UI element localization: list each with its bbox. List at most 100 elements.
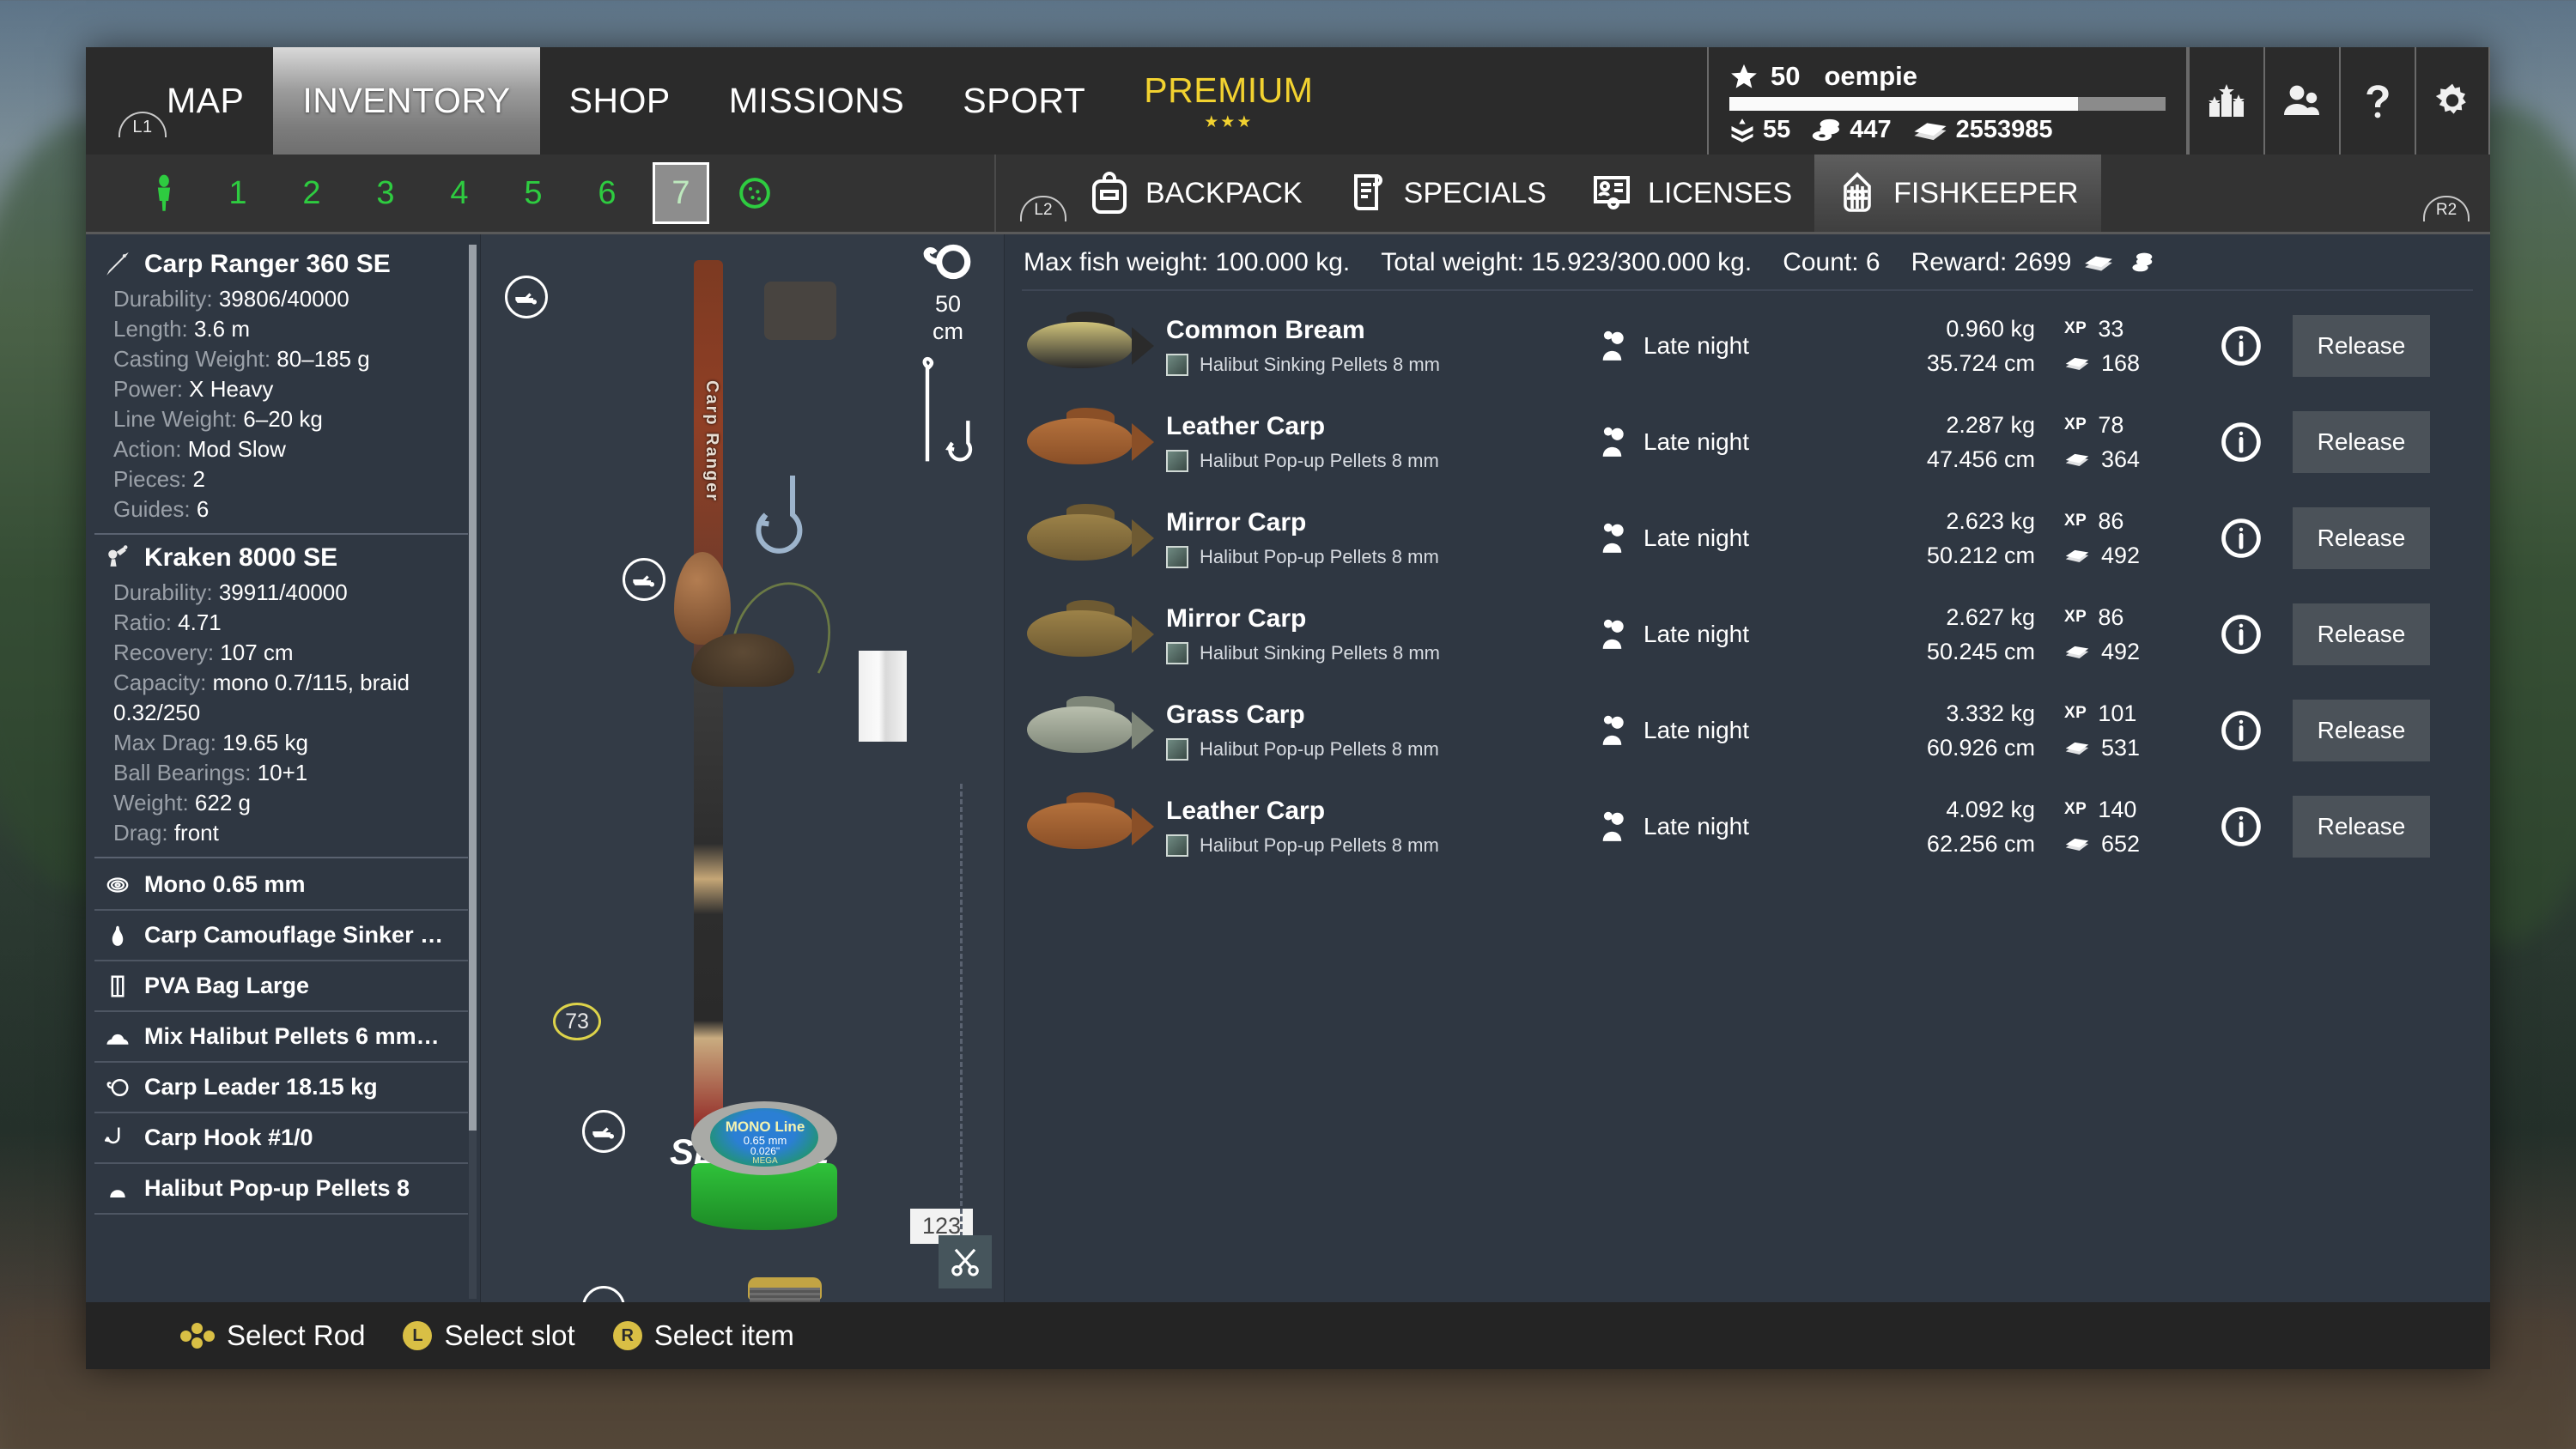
leader-length-value: 50 bbox=[934, 291, 962, 317]
release-button[interactable]: Release bbox=[2293, 507, 2430, 569]
fish-info: Grass Carp Halibut Pop-up Pellets 8 mm bbox=[1151, 700, 1597, 761]
rod-stat: Durability: 39806/40000 bbox=[94, 284, 468, 314]
subtab-fishkeeper[interactable]: FISHKEEPER bbox=[1814, 155, 2101, 232]
fish-info-button[interactable] bbox=[2190, 518, 2293, 559]
pva-bag-preview[interactable] bbox=[859, 651, 907, 742]
reel-oil-badge[interactable] bbox=[582, 1286, 625, 1302]
fish-row[interactable]: Mirror Carp Halibut Sinking Pellets 8 mm… bbox=[1005, 586, 2490, 682]
shoulder-button-r2[interactable]: R2 bbox=[2423, 196, 2470, 221]
help-button[interactable] bbox=[2339, 47, 2415, 155]
rod-title: Carp Ranger 360 SE bbox=[144, 250, 391, 278]
fish-name: Common Bream bbox=[1166, 316, 1365, 344]
rod-header[interactable]: Carp Ranger 360 SE bbox=[94, 243, 468, 284]
slot-3[interactable]: 3 bbox=[349, 162, 422, 224]
nav-tab-premium[interactable]: PREMIUM ★★★ bbox=[1115, 47, 1342, 155]
help-icon bbox=[2366, 84, 2389, 118]
hook-preview[interactable] bbox=[756, 470, 819, 563]
slot-1[interactable]: 1 bbox=[201, 162, 275, 224]
premium-stars-icon: ★★★ bbox=[1204, 112, 1254, 131]
fish-rewards: XP 86 492 bbox=[2035, 600, 2190, 669]
line-spool-preview[interactable]: MONO Line 0.65 mm 0.026" MEGA bbox=[691, 1101, 837, 1239]
reel-header[interactable]: Kraken 8000 SE bbox=[94, 537, 468, 578]
stat-value: 39806/40000 bbox=[218, 286, 349, 312]
subtab-licenses[interactable]: LICENSES bbox=[1569, 155, 1814, 232]
bait-label: Halibut Pop-up Pellets 8 mm bbox=[1200, 546, 1439, 567]
fish-row[interactable]: Grass Carp Halibut Pop-up Pellets 8 mm L… bbox=[1005, 682, 2490, 779]
nav-tab-shop[interactable]: SHOP bbox=[540, 47, 700, 155]
fish-info-button[interactable] bbox=[2190, 421, 2293, 463]
oil-can-icon bbox=[591, 1297, 617, 1302]
fish-catch-time: Late night bbox=[1597, 521, 1855, 555]
info-icon bbox=[2221, 615, 2261, 654]
slot-bait[interactable] bbox=[718, 162, 792, 224]
fish-length: 50.245 cm bbox=[1926, 639, 2035, 664]
subtab-backpack[interactable]: BACKPACK bbox=[1066, 155, 1325, 232]
nav-tab-missions[interactable]: MISSIONS bbox=[700, 47, 933, 155]
fish-xp: 86 bbox=[2098, 507, 2124, 534]
leaderboard-button[interactable] bbox=[2188, 47, 2263, 155]
fish-money: 652 bbox=[2101, 830, 2141, 857]
fish-row[interactable]: Common Bream Halibut Sinking Pellets 8 m… bbox=[1005, 298, 2490, 394]
equipment-item-mix-pellets[interactable]: Mix Halibut Pellets 6 mm… bbox=[94, 1012, 468, 1063]
nav-tab-sport[interactable]: SPORT bbox=[933, 47, 1115, 155]
fish-info: Leather Carp Halibut Pop-up Pellets 8 mm bbox=[1151, 412, 1597, 472]
nav-tab-map[interactable]: MAP bbox=[137, 47, 273, 155]
equipment-item-popup-pellets[interactable]: Halibut Pop-up Pellets 8 bbox=[94, 1164, 468, 1215]
fish-info-button[interactable] bbox=[2190, 325, 2293, 367]
fish-info-button[interactable] bbox=[2190, 806, 2293, 847]
equipment-item-mono[interactable]: Mono 0.65 mm bbox=[94, 860, 468, 911]
release-button[interactable]: Release bbox=[2293, 796, 2430, 858]
release-button[interactable]: Release bbox=[2293, 315, 2430, 377]
fish-info-button[interactable] bbox=[2190, 710, 2293, 751]
fish-money: 168 bbox=[2101, 349, 2141, 376]
cut-rig-button[interactable] bbox=[939, 1235, 992, 1288]
player-level-row: 50 oempie bbox=[1729, 61, 2166, 92]
equipment-item-leader[interactable]: Carp Leader 18.15 kg bbox=[94, 1063, 468, 1113]
release-button[interactable]: Release bbox=[2293, 700, 2430, 761]
leader-oil-badge[interactable] bbox=[623, 558, 665, 601]
slot-7[interactable]: 7 bbox=[653, 162, 709, 224]
fish-row[interactable]: Mirror Carp Halibut Pop-up Pellets 8 mm … bbox=[1005, 490, 2490, 586]
reel-preview[interactable] bbox=[700, 1277, 863, 1302]
nav-left-pad: L1 bbox=[86, 47, 167, 155]
equipment-item-hook[interactable]: Carp Hook #1/0 bbox=[94, 1113, 468, 1164]
fish-catch-time: Late night bbox=[1597, 713, 1855, 748]
equipment-item-sinker[interactable]: Carp Camouflage Sinker … bbox=[94, 911, 468, 961]
fish-name: Leather Carp bbox=[1166, 797, 1326, 825]
fish-money-row: 364 bbox=[2064, 442, 2190, 476]
stat-key: Length: bbox=[113, 316, 188, 342]
slot-4[interactable]: 4 bbox=[422, 162, 496, 224]
nav-tab-inventory[interactable]: INVENTORY bbox=[273, 47, 540, 155]
fish-row[interactable]: Leather Carp Halibut Pop-up Pellets 8 mm… bbox=[1005, 394, 2490, 490]
fish-rewards: XP 101 531 bbox=[2035, 696, 2190, 765]
friends-button[interactable] bbox=[2263, 47, 2339, 155]
pva-bait-preview[interactable] bbox=[764, 282, 836, 340]
inventory-body: Carp Ranger 360 SE Durability: 39806/400… bbox=[86, 234, 2490, 1302]
slot-6[interactable]: 6 bbox=[570, 162, 644, 224]
release-button[interactable]: Release bbox=[2293, 411, 2430, 473]
fish-rewards: XP 140 652 bbox=[2035, 792, 2190, 861]
line-oil-badge[interactable] bbox=[582, 1110, 625, 1153]
subtab-specials[interactable]: SPECIALS bbox=[1325, 155, 1569, 232]
slot-5[interactable]: 5 bbox=[496, 162, 570, 224]
leaderboard-icon bbox=[2208, 83, 2245, 117]
equipment-item-pva-bag[interactable]: PVA Bag Large bbox=[94, 961, 468, 1012]
fish-row[interactable]: Leather Carp Halibut Pop-up Pellets 8 mm… bbox=[1005, 779, 2490, 875]
time-label: Late night bbox=[1643, 717, 1749, 743]
slot-2[interactable]: 2 bbox=[275, 162, 349, 224]
settings-button[interactable] bbox=[2415, 47, 2490, 155]
release-button[interactable]: Release bbox=[2293, 603, 2430, 665]
keepnet-icon bbox=[1844, 172, 1871, 212]
fish-info-button[interactable] bbox=[2190, 614, 2293, 655]
late-night-icon bbox=[1602, 427, 1624, 457]
slot-character[interactable] bbox=[127, 162, 201, 224]
reel-stat: Recovery: 107 cm bbox=[94, 638, 468, 668]
player-money-group: 2553985 bbox=[1912, 116, 2053, 144]
rod-oil-badge[interactable] bbox=[505, 276, 548, 318]
shoulder-button-l2[interactable]: L2 bbox=[1020, 196, 1066, 221]
rod-slot-selector: 1 2 3 4 5 6 7 bbox=[86, 155, 996, 232]
bait-icon bbox=[1166, 738, 1188, 761]
fish-xp-row: XP 101 bbox=[2064, 696, 2190, 731]
left-panel-scrollbar[interactable] bbox=[469, 245, 477, 1299]
stat-key: Durability: bbox=[113, 286, 213, 312]
